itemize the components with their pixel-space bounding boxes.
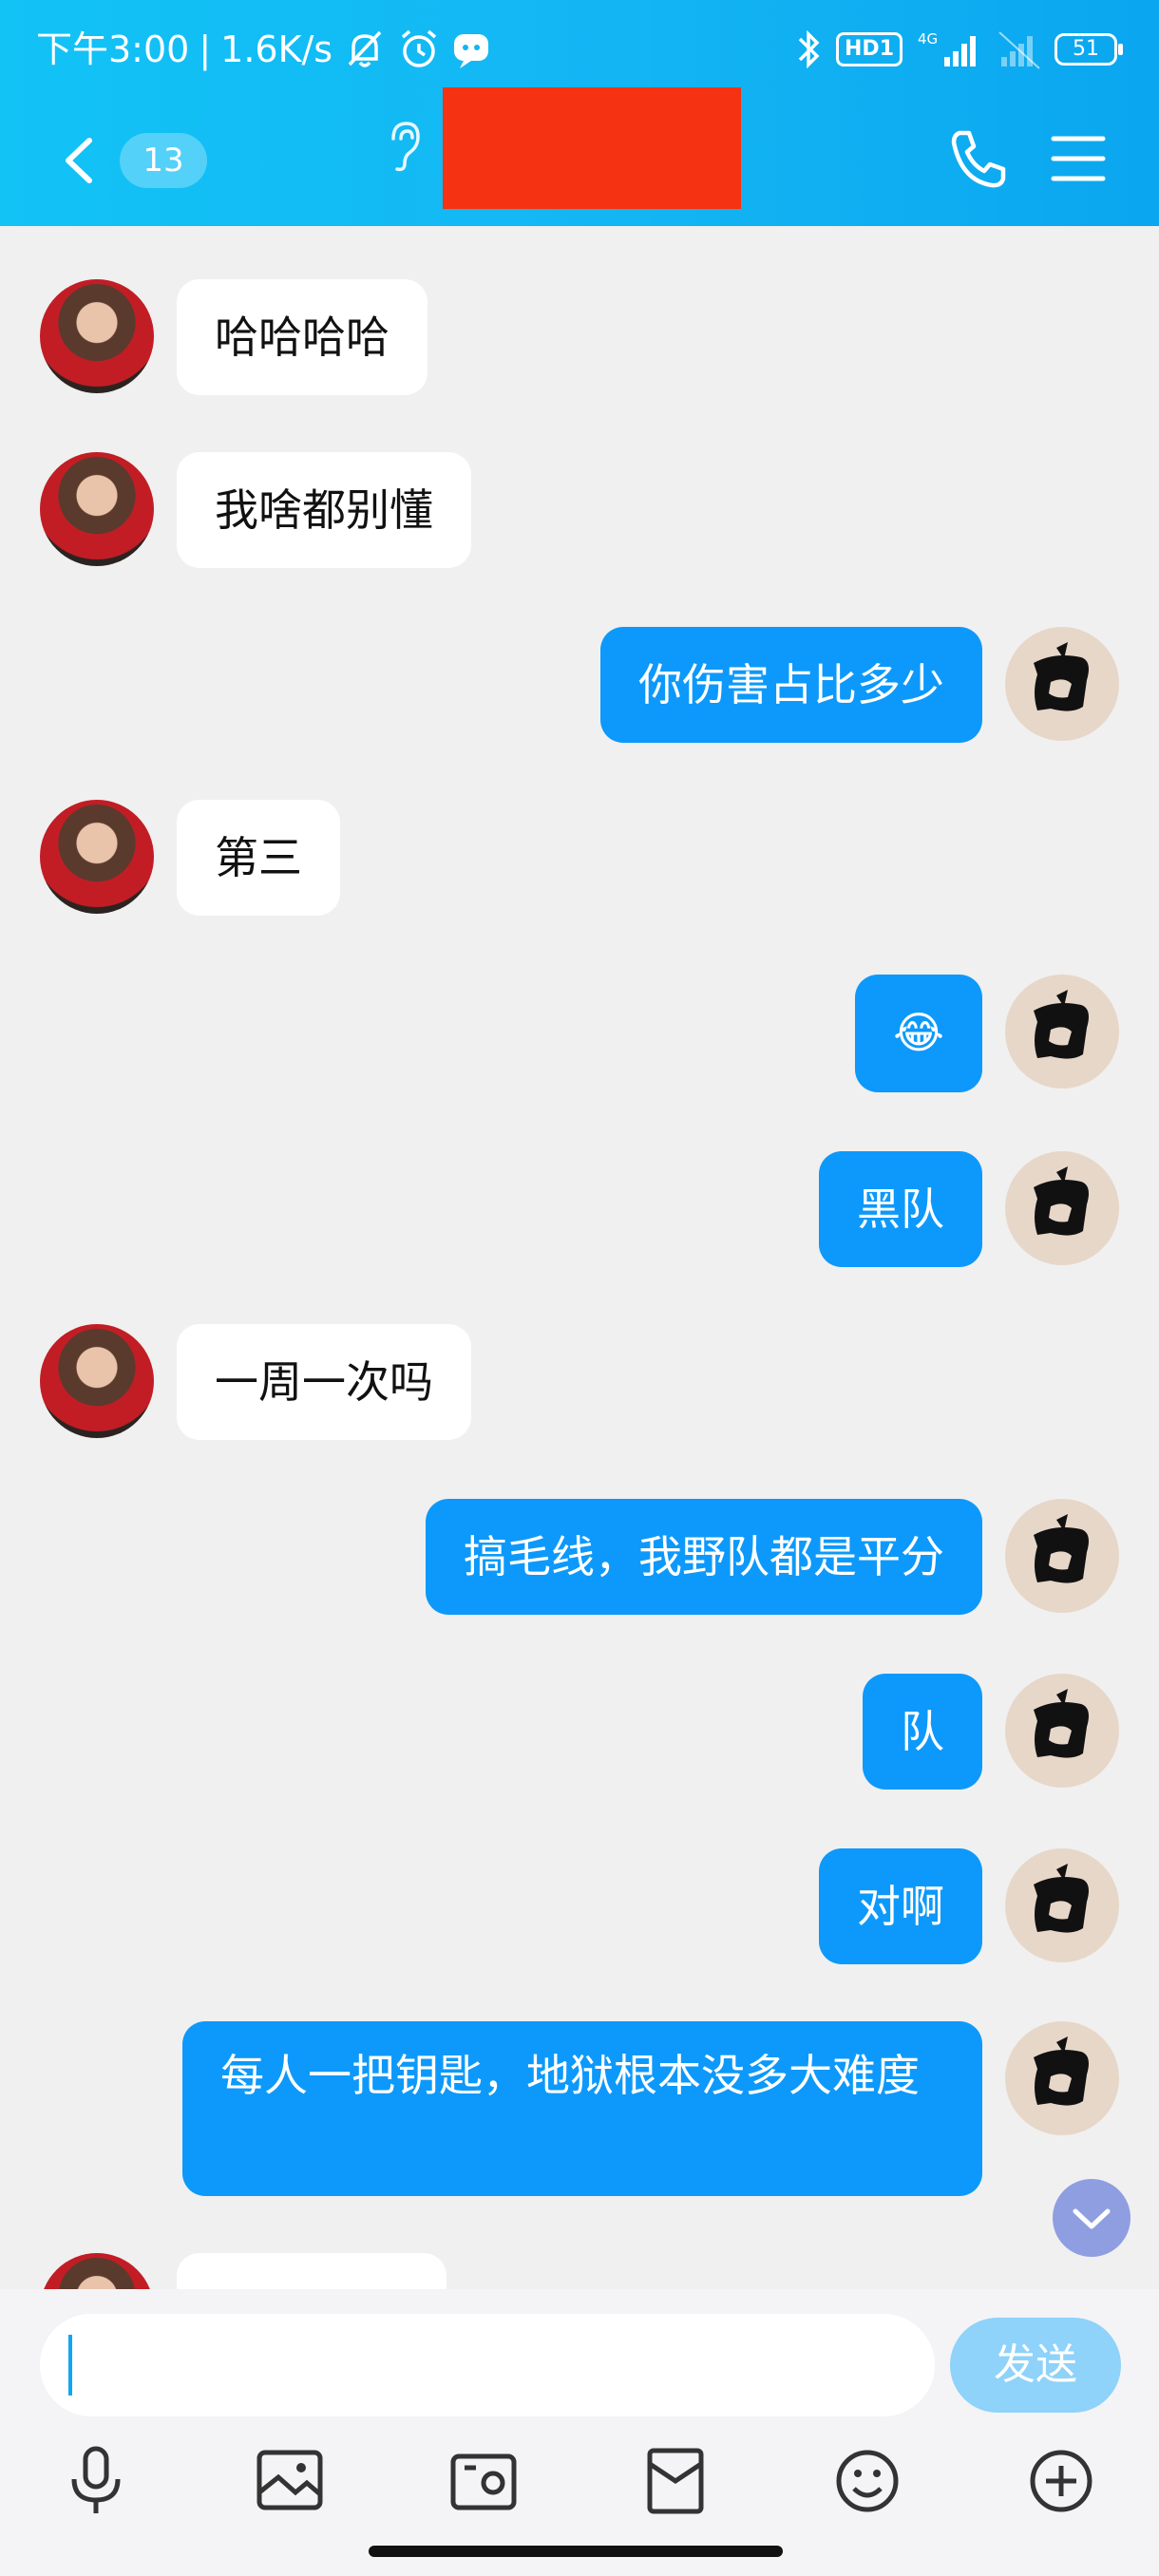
status-left: 下午3:00 | 1.6K/s — [36, 23, 492, 76]
camera-button[interactable] — [441, 2434, 526, 2529]
calligraphy-avatar-icon — [1034, 990, 1089, 1059]
calligraphy-avatar-icon — [1034, 1689, 1089, 1758]
my-avatar[interactable] — [1005, 627, 1119, 741]
incoming-message-bubble[interactable]: 第三 — [177, 800, 340, 916]
friend-avatar[interactable] — [40, 279, 154, 393]
friend-avatar[interactable] — [40, 1324, 154, 1438]
incoming-message-bubble[interactable] — [177, 2253, 446, 2289]
camera-icon — [450, 2453, 517, 2510]
svg-text:4G: 4G — [918, 30, 938, 47]
bluetooth-icon — [794, 28, 823, 71]
nav-row: 13 — [0, 87, 1159, 226]
emoji-icon — [836, 2450, 899, 2512]
emoji-button[interactable] — [825, 2434, 910, 2529]
incoming-message-bubble[interactable]: 一周一次吗 — [177, 1324, 471, 1440]
status-right: HD1 4G 51 — [794, 23, 1123, 76]
friend-avatar[interactable] — [40, 2253, 154, 2289]
outgoing-message-bubble[interactable]: 对啊 — [819, 1848, 982, 1964]
chevron-left-icon — [66, 138, 92, 183]
calligraphy-avatar-icon — [1034, 1514, 1089, 1583]
my-avatar[interactable] — [1005, 1151, 1119, 1265]
outgoing-message-bubble[interactable]: 你伤害占比多少 — [600, 627, 982, 743]
my-avatar[interactable] — [1005, 1848, 1119, 1962]
chat-header: 下午3:00 | 1.6K/s HD1 4G 51 13 — [0, 0, 1159, 226]
signal-empty-icon — [998, 28, 1041, 70]
chat-notification-icon — [450, 28, 492, 70]
microphone-icon — [71, 2446, 121, 2513]
red-packet-button[interactable] — [633, 2434, 718, 2529]
status-time: 下午3:00 — [36, 28, 190, 70]
friend-avatar[interactable] — [40, 800, 154, 914]
mute-bell-icon — [342, 27, 388, 72]
hamburger-menu-icon — [1051, 136, 1106, 181]
outgoing-message-bubble[interactable]: 队 — [863, 1674, 982, 1790]
signal-4g-icon: 4G — [916, 28, 984, 70]
status-separator: | — [199, 28, 212, 70]
chevron-down-icon — [1073, 2208, 1111, 2229]
voice-input-button[interactable] — [53, 2434, 139, 2529]
outgoing-emoji-bubble[interactable]: 😂 — [855, 975, 982, 1092]
incoming-message-bubble[interactable]: 我啥都别懂 — [177, 452, 471, 568]
my-avatar[interactable] — [1005, 2021, 1119, 2135]
calligraphy-avatar-icon — [1034, 642, 1089, 711]
my-avatar[interactable] — [1005, 1499, 1119, 1613]
outgoing-message-bubble[interactable]: 搞毛线，我野队都是平分 — [426, 1499, 982, 1615]
friend-avatar[interactable] — [40, 452, 154, 566]
calligraphy-avatar-icon — [1034, 1864, 1089, 1933]
text-caret — [68, 2335, 72, 2396]
earpiece-mode-icon[interactable] — [384, 118, 422, 175]
menu-button[interactable] — [1051, 133, 1106, 184]
message-input[interactable] — [40, 2314, 935, 2416]
scroll-to-bottom-button[interactable] — [1053, 2179, 1130, 2257]
hd-voice-badge: HD1 — [836, 32, 902, 66]
alarm-icon — [397, 28, 441, 71]
battery-icon: 51 — [1054, 33, 1123, 66]
outgoing-message-bubble[interactable]: 黑队 — [819, 1151, 982, 1267]
incoming-message-bubble[interactable]: 哈哈哈哈 — [177, 279, 428, 395]
calligraphy-avatar-icon — [1034, 1166, 1089, 1236]
outgoing-message-bubble[interactable]: 每人一把钥匙，地狱根本没多大难度 — [182, 2021, 982, 2196]
input-area: 发送 — [0, 2289, 1159, 2576]
image-picker-button[interactable] — [247, 2434, 332, 2529]
phone-icon — [951, 130, 1006, 188]
more-options-button[interactable] — [1018, 2434, 1104, 2529]
contact-name-redacted — [443, 87, 741, 209]
home-indicator[interactable] — [369, 2546, 783, 2557]
status-net-speed: 1.6K/s — [220, 28, 333, 70]
plus-icon — [1030, 2450, 1092, 2512]
my-avatar[interactable] — [1005, 1674, 1119, 1788]
unread-count-badge[interactable]: 13 — [120, 133, 207, 188]
calligraphy-avatar-icon — [1034, 2036, 1089, 2106]
input-toolbar — [0, 2434, 1159, 2538]
image-icon — [256, 2450, 323, 2510]
red-packet-icon — [647, 2448, 704, 2514]
voice-call-button[interactable] — [946, 125, 1009, 192]
send-button[interactable]: 发送 — [950, 2318, 1121, 2413]
message-list[interactable]: 哈哈哈哈 我啥都别懂 你伤害占比多少 第三 😂 黑队 一周一次吗 搞毛线，我野队… — [0, 226, 1159, 2289]
status-bar: 下午3:00 | 1.6K/s HD1 4G 51 — [0, 0, 1159, 99]
back-button[interactable] — [55, 127, 103, 194]
my-avatar[interactable] — [1005, 975, 1119, 1089]
